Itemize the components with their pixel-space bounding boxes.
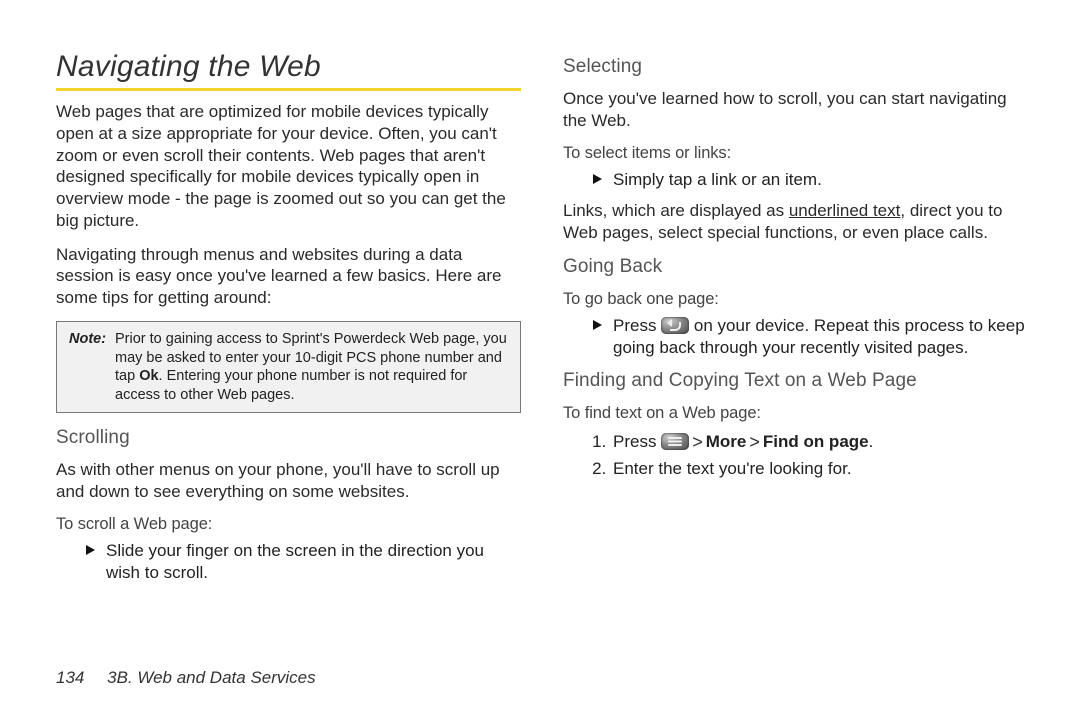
footer-section-label: 3B. Web and Data Services	[107, 668, 316, 687]
goingback-heading: Going Back	[563, 256, 1028, 278]
two-column-layout: Navigating the Web Web pages that are op…	[56, 50, 1028, 593]
goingback-bullet: Press on your device. Repeat this proces…	[593, 315, 1028, 359]
note-text: Prior to gaining access to Sprint's Powe…	[69, 330, 508, 404]
note-box: Note: Prior to gaining access to Sprint'…	[56, 321, 521, 414]
menu-key-icon	[661, 433, 689, 450]
selecting-task-label: To select items or links:	[563, 144, 1028, 163]
finding-step-1: Press >More>Find on page.	[611, 429, 1028, 456]
page-title: Navigating the Web	[56, 50, 521, 91]
finding-step1-a: Press	[613, 432, 661, 451]
finding-step-2: Enter the text you're looking for.	[611, 456, 1028, 482]
selecting-paragraph-1: Once you've learned how to scroll, you c…	[563, 88, 1028, 132]
scrolling-bullet: Slide your finger on the screen in the d…	[86, 540, 521, 584]
intro-paragraph-2: Navigating through menus and websites du…	[56, 244, 521, 309]
scrolling-paragraph: As with other menus on your phone, you'l…	[56, 459, 521, 503]
chevron-right-icon: >	[746, 429, 763, 456]
back-key-icon	[661, 317, 689, 334]
finding-step1-more: More	[706, 432, 747, 451]
scrolling-heading: Scrolling	[56, 427, 521, 449]
selecting-heading: Selecting	[563, 56, 1028, 78]
finding-heading: Finding and Copying Text on a Web Page	[563, 370, 1028, 392]
selecting-paragraph-2: Links, which are displayed as underlined…	[563, 200, 1028, 244]
underlined-text-example: underlined text	[789, 201, 901, 220]
note-label: Note:	[69, 331, 106, 347]
finding-step1-period: .	[869, 432, 874, 451]
selecting-bullet-list: Simply tap a link or an item.	[563, 169, 1028, 191]
left-column: Navigating the Web Web pages that are op…	[56, 50, 521, 593]
selecting-bullet: Simply tap a link or an item.	[593, 169, 1028, 191]
finding-task-label: To find text on a Web page:	[563, 404, 1028, 423]
note-text-tail: . Entering your phone number is not requ…	[115, 368, 467, 403]
chevron-right-icon: >	[689, 429, 706, 456]
intro-paragraph-1: Web pages that are optimized for mobile …	[56, 101, 521, 232]
page-number: 134	[56, 668, 102, 687]
note-ok-bold: Ok	[139, 368, 158, 384]
manual-page: Navigating the Web Web pages that are op…	[0, 0, 1080, 720]
finding-step-list: Press >More>Find on page. Enter the text…	[563, 429, 1028, 482]
finding-step1-find: Find on page	[763, 432, 869, 451]
scrolling-task-label: To scroll a Web page:	[56, 515, 521, 534]
scrolling-bullet-list: Slide your finger on the screen in the d…	[56, 540, 521, 584]
goingback-task-label: To go back one page:	[563, 290, 1028, 309]
goingback-bullet-a: Press	[613, 316, 661, 335]
goingback-bullet-list: Press on your device. Repeat this proces…	[563, 315, 1028, 359]
right-column: Selecting Once you've learned how to scr…	[563, 50, 1028, 593]
selecting-p2-a: Links, which are displayed as	[563, 201, 789, 220]
page-footer: 134 3B. Web and Data Services	[56, 668, 316, 688]
